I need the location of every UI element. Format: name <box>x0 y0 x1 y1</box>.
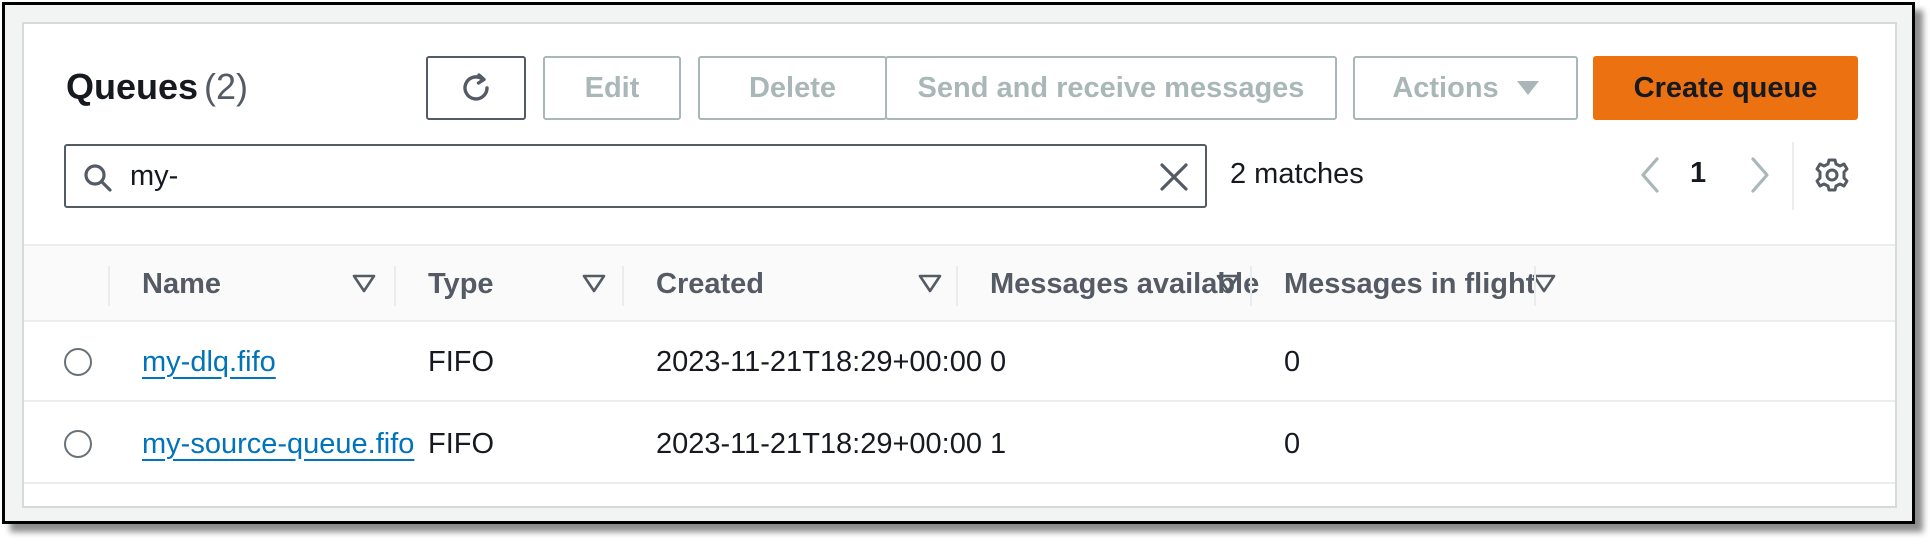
column-created-label: Created <box>656 267 764 300</box>
send-receive-button[interactable]: Send and receive messages <box>885 56 1337 120</box>
refresh-icon <box>463 73 489 101</box>
messages-available-cell: 1 <box>990 427 1007 460</box>
row-select-radio[interactable] <box>64 348 92 376</box>
messages-in-flight-cell: 0 <box>1284 427 1301 460</box>
column-header-messages-available[interactable]: Messages available <box>990 246 1260 322</box>
edit-button[interactable]: Edit <box>543 56 681 120</box>
queue-name-cell: my-dlq.fifo <box>142 322 276 402</box>
column-separator <box>622 266 624 306</box>
queue-type-cell: FIFO <box>428 345 495 378</box>
page-title: Queues (2) <box>66 66 248 108</box>
clear-icon[interactable] <box>1157 160 1191 194</box>
delete-button[interactable]: Delete <box>698 56 887 120</box>
create-queue-button[interactable]: Create queue <box>1593 56 1858 120</box>
gear-icon[interactable] <box>1813 156 1851 194</box>
column-separator <box>108 266 110 306</box>
column-separator <box>1534 266 1536 306</box>
pager-divider <box>1792 142 1794 210</box>
table-header: Name Type Created Messages available Mes… <box>24 244 1895 322</box>
sort-icon[interactable] <box>582 274 606 294</box>
next-page-icon[interactable] <box>1748 155 1772 195</box>
panel-header: Queues (2) Edit Delete Send and receive m… <box>24 24 1895 244</box>
queue-name-link[interactable]: my-source-queue.fifo <box>142 428 414 461</box>
column-header-messages-in-flight[interactable]: Messages in flight <box>1284 246 1564 322</box>
column-header-name[interactable]: Name <box>142 246 392 322</box>
queue-type-cell: FIFO <box>428 427 495 460</box>
column-separator <box>1250 266 1252 306</box>
column-type-label: Type <box>428 267 494 300</box>
column-name-label: Name <box>142 267 221 300</box>
column-separator <box>956 266 958 306</box>
current-page[interactable]: 1 <box>1690 157 1706 190</box>
window-frame: Queues (2) Edit Delete Send and receive m… <box>2 2 1915 524</box>
queue-created-cell: 2023-11-21T18:29+00:00 <box>656 427 982 460</box>
column-separator <box>394 266 396 306</box>
sort-icon[interactable] <box>918 274 942 294</box>
column-header-type[interactable]: Type <box>428 246 624 322</box>
queue-name-cell: my-source-queue.fifo <box>142 404 414 484</box>
caret-down-icon <box>1516 81 1539 95</box>
sort-icon[interactable] <box>1216 274 1240 294</box>
sort-icon[interactable] <box>352 274 376 294</box>
messages-available-cell: 0 <box>990 345 1007 378</box>
column-in-flight-label: Messages in flight <box>1284 267 1536 300</box>
refresh-button[interactable] <box>426 56 526 120</box>
search-icon <box>84 164 112 192</box>
page-title-text: Queues <box>66 66 199 107</box>
queues-panel: Queues (2) Edit Delete Send and receive m… <box>22 22 1897 508</box>
column-header-created[interactable]: Created <box>656 246 961 322</box>
table-row[interactable]: my-dlq.fifo FIFO 2023-11-21T18:29+00:00 … <box>24 322 1895 402</box>
messages-in-flight-cell: 0 <box>1284 345 1301 378</box>
table-row[interactable]: my-source-queue.fifo FIFO 2023-11-21T18:… <box>24 404 1895 484</box>
actions-dropdown[interactable]: Actions <box>1353 56 1578 120</box>
queue-created-cell: 2023-11-21T18:29+00:00 <box>656 345 982 378</box>
row-select-radio[interactable] <box>64 430 92 458</box>
match-count: 2 matches <box>1230 158 1364 190</box>
actions-label: Actions <box>1392 71 1499 104</box>
previous-page-icon[interactable] <box>1638 155 1662 195</box>
queue-name-link[interactable]: my-dlq.fifo <box>142 346 276 379</box>
search-box <box>64 144 1207 208</box>
search-input[interactable] <box>130 154 1130 198</box>
queue-count: (2) <box>204 66 249 107</box>
